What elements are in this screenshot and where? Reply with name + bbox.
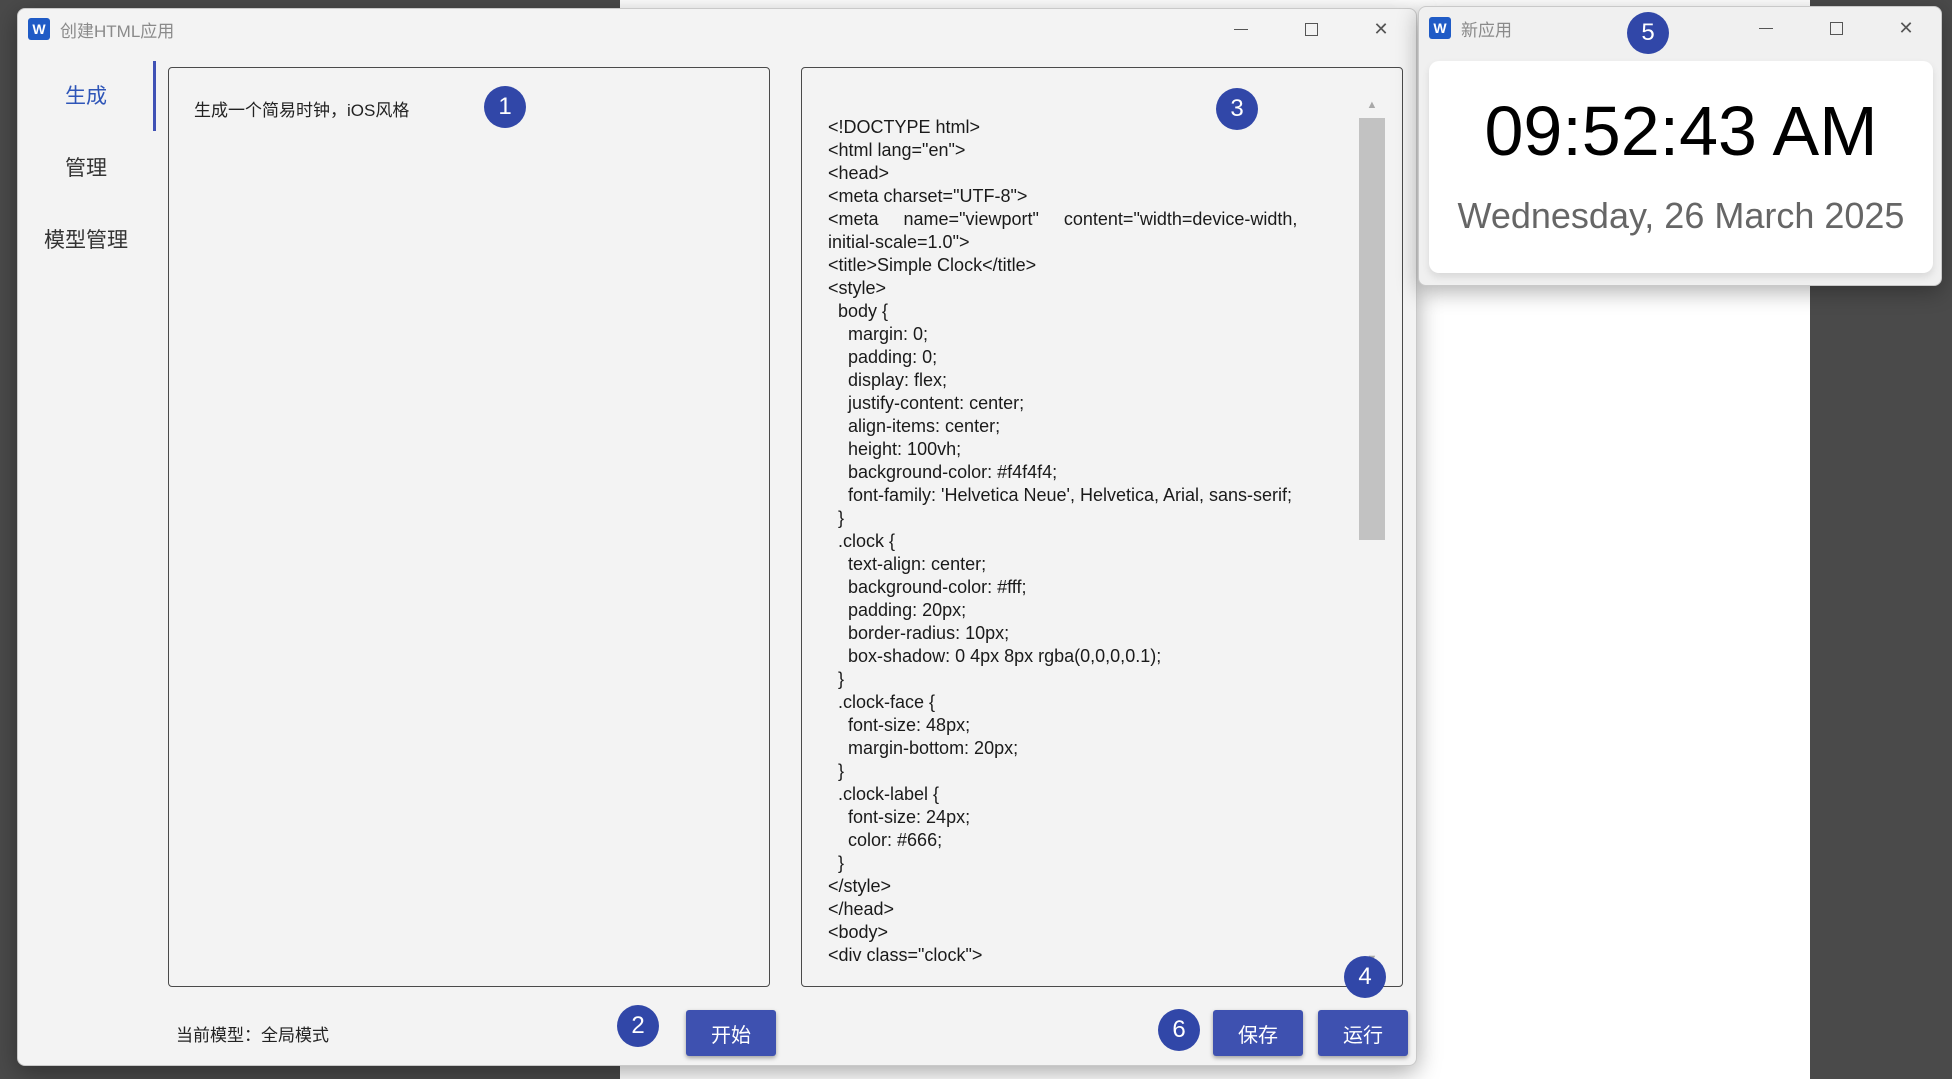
close-icon: ✕ xyxy=(1373,18,1389,39)
main-titlebar[interactable]: W 创建HTML应用 ✕ xyxy=(18,9,1416,49)
close-button[interactable]: ✕ xyxy=(1346,9,1416,49)
code-output[interactable]: <!DOCTYPE html> <html lang="en"> <head> … xyxy=(801,67,1403,987)
code-scrollbar[interactable]: ▲ ▼ xyxy=(1359,96,1385,968)
marker-1: 1 xyxy=(484,86,526,128)
maximize-icon xyxy=(1304,22,1318,36)
window-controls: ✕ xyxy=(1731,7,1941,47)
sidebar-item-model-manage[interactable]: 模型管理 xyxy=(18,203,154,275)
start-button[interactable]: 开始 xyxy=(686,1010,776,1056)
close-button[interactable]: ✕ xyxy=(1871,7,1941,49)
window-controls: ✕ xyxy=(1206,9,1416,49)
marker-5: 5 xyxy=(1627,12,1669,54)
minimize-icon xyxy=(1759,27,1773,29)
code-text: <!DOCTYPE html> <html lang="en"> <head> … xyxy=(828,117,1298,965)
minimize-button[interactable] xyxy=(1731,7,1801,49)
run-button[interactable]: 运行 xyxy=(1318,1010,1408,1056)
maximize-icon xyxy=(1829,21,1843,35)
preview-window-title: 新应用 xyxy=(1461,20,1512,40)
maximize-button[interactable] xyxy=(1801,7,1871,49)
sidebar-item-generate[interactable]: 生成 xyxy=(18,59,156,131)
word-app-icon: W xyxy=(1429,17,1451,39)
sidebar-item-manage[interactable]: 管理 xyxy=(18,131,154,203)
word-app-icon: W xyxy=(28,18,50,40)
maximize-button[interactable] xyxy=(1276,9,1346,49)
sidebar: 生成 管理 模型管理 xyxy=(18,59,156,275)
preview-window: W 新应用 ✕ 09:52:43 AM Wednesday, 26 March … xyxy=(1418,6,1942,286)
marker-2: 2 xyxy=(617,1005,659,1047)
preview-titlebar[interactable]: W 新应用 ✕ xyxy=(1419,7,1941,49)
window-title: 创建HTML应用 xyxy=(60,21,175,41)
marker-3: 3 xyxy=(1216,88,1258,130)
marker-6: 6 xyxy=(1158,1009,1200,1051)
close-icon: ✕ xyxy=(1898,17,1914,38)
save-button[interactable]: 保存 xyxy=(1213,1010,1303,1056)
scrollbar-thumb[interactable] xyxy=(1359,118,1385,540)
clock-card: 09:52:43 AM Wednesday, 26 March 2025 xyxy=(1429,61,1933,273)
minimize-button[interactable] xyxy=(1206,9,1276,49)
marker-4: 4 xyxy=(1344,956,1386,998)
clock-date: Wednesday, 26 March 2025 xyxy=(1457,195,1905,236)
clock-time: 09:52:43 AM xyxy=(1484,92,1878,170)
prompt-text: 生成一个简易时钟，iOS风格 xyxy=(194,101,410,120)
minimize-icon xyxy=(1234,28,1248,30)
prompt-input[interactable]: 生成一个简易时钟，iOS风格 xyxy=(168,67,770,987)
scroll-up-icon[interactable]: ▲ xyxy=(1359,96,1385,114)
current-model-label: 当前模型：全局模式 xyxy=(176,1026,329,1045)
main-window: W 创建HTML应用 ✕ 生成 管理 模型管理 生成一个简易时钟，iOS风格 <… xyxy=(17,8,1417,1066)
